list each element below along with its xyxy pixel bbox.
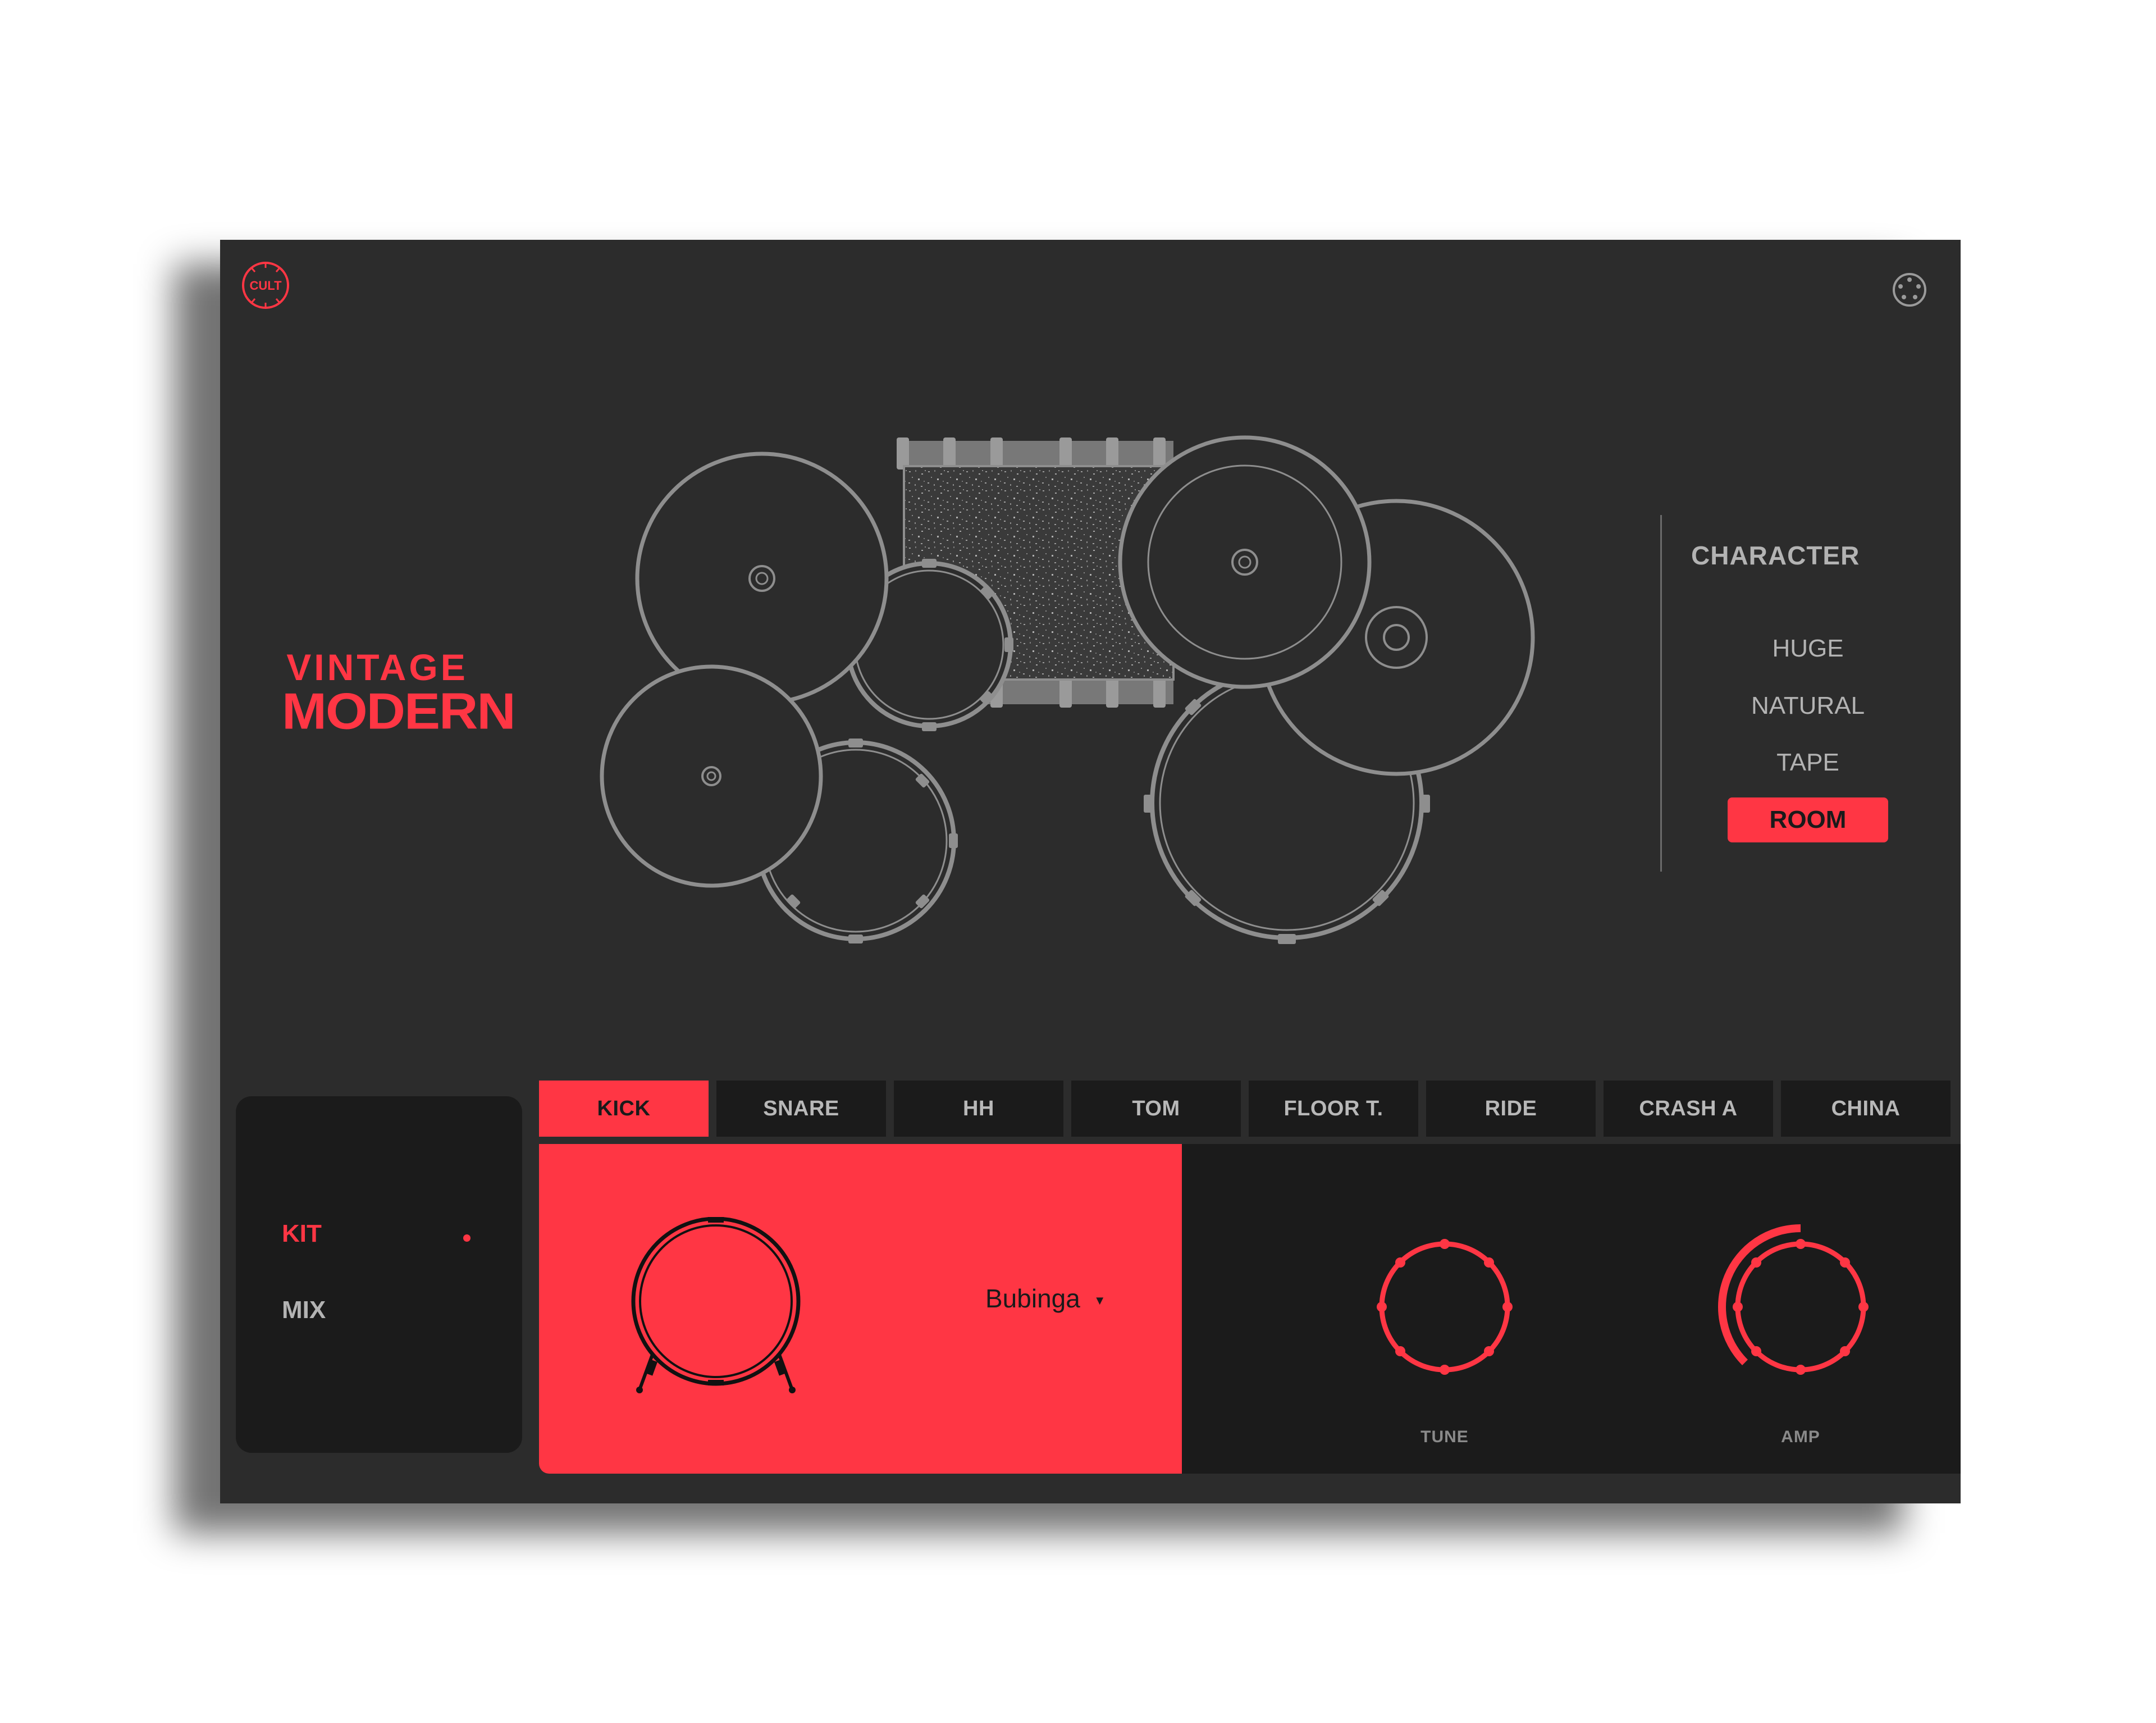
settings-gear-icon[interactable] <box>1890 271 1929 309</box>
amp-level-arc <box>1718 1224 1801 1365</box>
plugin-window: CULT VINTAGE MODERN CHARACTER HUGE NATUR… <box>220 240 1961 1503</box>
active-indicator-dot <box>463 1234 471 1242</box>
cult-logo-icon: CULT <box>242 262 289 309</box>
kick-drum-icon <box>631 1217 801 1393</box>
character-option-natural[interactable]: NATURAL <box>1728 683 1888 728</box>
tab-hh[interactable]: HH <box>894 1081 1063 1137</box>
tab-crash-a[interactable]: CRASH A <box>1604 1081 1773 1137</box>
hihat-cymbal[interactable] <box>600 664 823 888</box>
crash-cymbal[interactable] <box>635 452 889 705</box>
amp-label: AMP <box>1781 1428 1820 1446</box>
brand-line-1: VINTAGE <box>286 646 468 688</box>
character-option-huge[interactable]: HUGE <box>1728 626 1888 671</box>
kick-panel: Bubinga ▼ <box>539 1144 1182 1474</box>
instrument-tabs: KICK SNARE HH TOM FLOOR T. RIDE CRASH A … <box>539 1081 1961 1137</box>
logo-text: CULT <box>249 279 282 293</box>
tab-floor-tom[interactable]: FLOOR T. <box>1249 1081 1418 1137</box>
character-option-tape[interactable]: TAPE <box>1728 740 1888 785</box>
side-menu-mix[interactable]: MIX <box>282 1296 326 1324</box>
drum-kit-diagram <box>600 435 1535 944</box>
tune-label: TUNE <box>1420 1428 1469 1446</box>
tab-tom[interactable]: TOM <box>1071 1081 1241 1137</box>
product-logo: VINTAGE MODERN <box>282 646 516 740</box>
tune-knob[interactable] <box>1360 1223 1529 1391</box>
tab-ride[interactable]: RIDE <box>1426 1081 1596 1137</box>
side-menu: KIT MIX <box>236 1096 522 1453</box>
character-divider <box>1660 515 1662 872</box>
shell-material-value: Bubinga <box>985 1284 1080 1313</box>
character-title: CHARACTER <box>1691 541 1860 570</box>
side-menu-kit[interactable]: KIT <box>282 1220 322 1248</box>
character-option-room[interactable]: ROOM <box>1728 797 1888 842</box>
tab-snare[interactable]: SNARE <box>716 1081 886 1137</box>
tab-china[interactable]: CHINA <box>1781 1081 1951 1137</box>
shell-material-select[interactable]: Bubinga ▼ <box>985 1282 1106 1315</box>
china-cymbal[interactable] <box>1118 435 1372 689</box>
brand-line-2: MODERN <box>282 682 516 740</box>
tab-kick[interactable]: KICK <box>539 1081 709 1137</box>
amp-knob[interactable] <box>1716 1223 1885 1391</box>
caret-down-icon: ▼ <box>1093 1293 1106 1307</box>
knob-panel: TUNE AMP <box>1182 1144 1961 1474</box>
